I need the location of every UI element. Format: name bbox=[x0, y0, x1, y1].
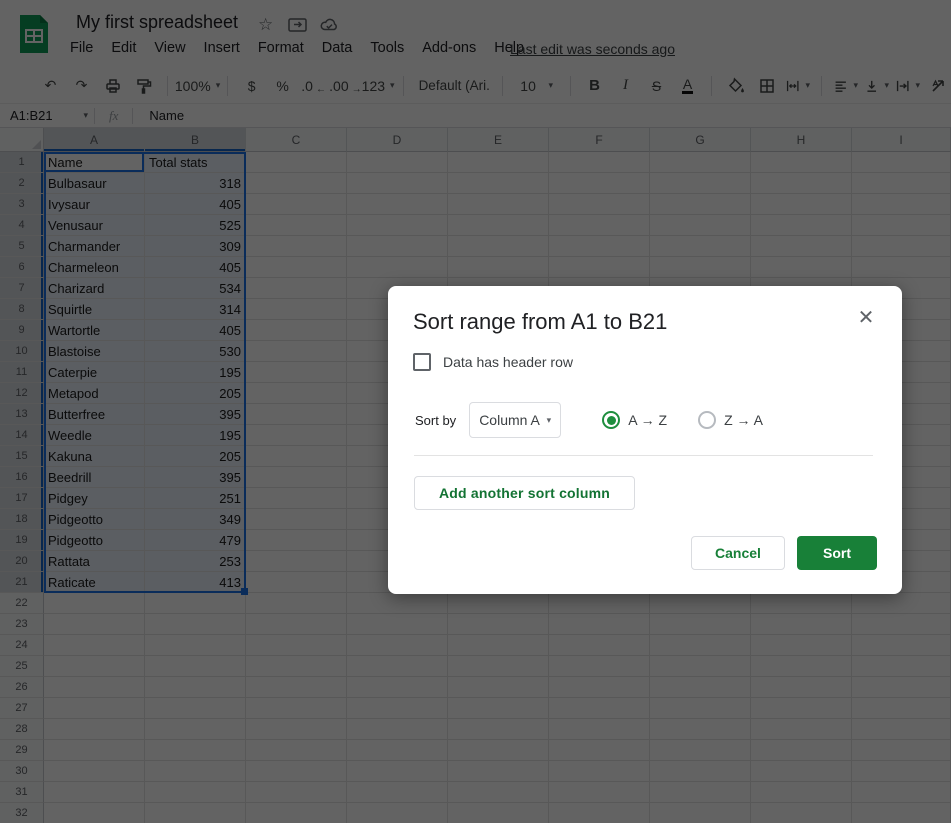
dialog-divider bbox=[414, 455, 873, 456]
header-row-checkbox[interactable] bbox=[413, 353, 431, 371]
radio-unselected-icon bbox=[698, 411, 717, 429]
ascending-label: A → Z bbox=[628, 412, 668, 428]
sort-column-value: Column A bbox=[479, 412, 540, 428]
cancel-button[interactable]: Cancel bbox=[691, 536, 785, 570]
header-row-checkbox-label: Data has header row bbox=[443, 354, 573, 370]
add-sort-column-button[interactable]: Add another sort column bbox=[414, 476, 636, 510]
sort-column-dropdown[interactable]: Column A ▾ bbox=[469, 402, 562, 438]
sort-button[interactable]: Sort bbox=[797, 536, 877, 570]
dialog-title: Sort range from A1 to B21 bbox=[413, 309, 668, 334]
sort-by-label: Sort by bbox=[415, 412, 457, 428]
descending-label: Z → A bbox=[724, 412, 763, 428]
sort-range-dialog: Sort range from A1 to B21 ✕ Data has hea… bbox=[388, 286, 902, 594]
chevron-down-icon: ▾ bbox=[546, 414, 552, 425]
radio-selected-icon bbox=[602, 411, 621, 429]
sort-ascending-option[interactable]: A → Z bbox=[602, 411, 667, 429]
close-icon[interactable]: ✕ bbox=[854, 306, 878, 330]
sort-descending-option[interactable]: Z → A bbox=[698, 411, 763, 429]
